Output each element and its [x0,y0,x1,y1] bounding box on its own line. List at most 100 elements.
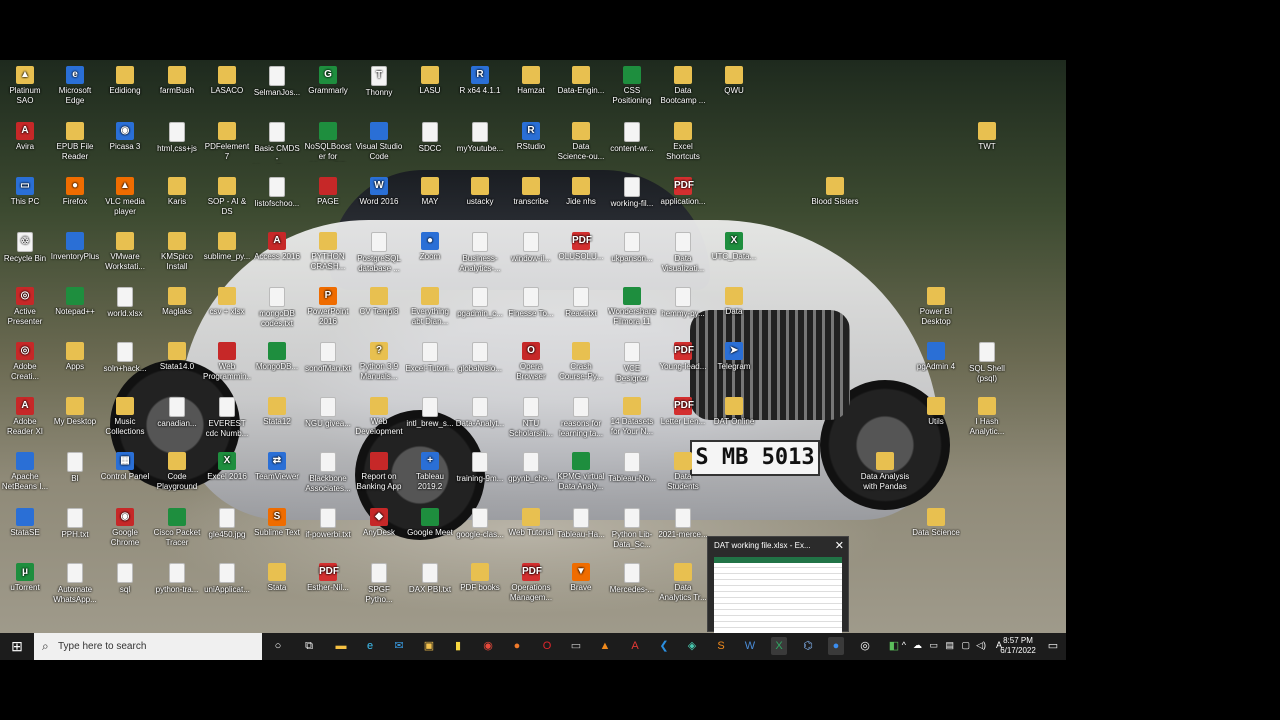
desktop-icon[interactable]: google-clas... [455,508,505,540]
store-icon[interactable]: ▣ [421,637,437,655]
notification-center-icon[interactable]: ▭ [1046,639,1060,653]
desktop-icon[interactable]: Notepad++ [50,287,100,317]
desktop-icon[interactable]: working-fil... [607,177,657,209]
mail-icon[interactable]: ✉ [391,637,407,655]
pgadmin-icon[interactable]: ⌬ [800,637,816,655]
desktop-icon[interactable]: X Excel 2016 [202,452,252,482]
desktop-icon[interactable]: Stata [252,563,302,593]
desktop-icon[interactable]: ◉ Google Chrome [100,508,150,548]
desktop-icon[interactable]: Jide nhs [556,177,606,207]
volume-icon[interactable]: ◁) [976,640,986,651]
desktop-icon[interactable]: html,css+js [152,122,202,154]
desktop-icon[interactable]: window-il... [506,232,556,264]
clock[interactable]: 8:57 PM 6/17/2022 [996,636,1040,656]
desktop-icon[interactable]: ➤ Telegram [709,342,759,372]
desktop-icon[interactable]: S Sublime Text [252,508,302,538]
desktop-icon[interactable]: Data Science-ou... [556,122,606,162]
terminal-icon[interactable]: ▭ [568,637,584,655]
desktop-icon[interactable]: ◆ AnyDesk [354,508,404,538]
desktop-icon[interactable]: SPGF Pytho... [354,563,404,605]
desktop-icon[interactable]: PAGE [303,177,353,207]
word-icon[interactable]: W [742,637,758,655]
desktop-icon[interactable]: Report on Banking App [354,452,404,492]
app-icon[interactable]: ◈ [684,637,700,655]
desktop-icon[interactable]: ukpanson... [607,232,657,264]
desktop-icon[interactable]: DAX PBI.txt [405,563,455,595]
desktop-icon[interactable]: Automate WhatsApp... [50,563,100,605]
firefox-icon[interactable]: ● [509,637,525,655]
desktop-icon[interactable]: DAT Online [709,397,759,427]
desktop-icon[interactable]: mongoDB codes.txt [252,287,302,329]
desktop-icon[interactable]: 14 Datasets for Your N... [607,397,657,437]
desktop-icon[interactable]: Tableau-Ha... [556,508,606,540]
desktop-icon[interactable]: Cisco Packet Tracer [152,508,202,548]
desktop-icon[interactable]: transcribe [506,177,556,207]
desktop-icon[interactable]: Everything abt Dian... [405,287,455,327]
desktop-icon[interactable]: Data Analysis with Pandas [860,452,910,492]
desktop-icon[interactable]: ▲ VLC media player [100,177,150,217]
desktop-icon[interactable]: MongoDB... [252,342,302,372]
start-button[interactable]: ⊞ [0,633,34,660]
desktop-icon[interactable]: farmBush [152,66,202,96]
desktop-icon[interactable]: NoSQLBooster for MongoDB [303,122,353,162]
desktop-icon[interactable]: X UTC_Data... [709,232,759,262]
desktop-icon[interactable]: KMSpico Install [152,232,202,272]
desktop-icon[interactable]: ◎ Active Presenter [0,287,50,327]
desktop-icon[interactable]: ♲ Recycle Bin [0,232,50,264]
excel-preview-thumbnail[interactable]: DAT working file.xlsx - Ex... ✕ [707,536,849,633]
desktop-icon[interactable]: PDF OLUSOLU... [556,232,606,262]
desktop-icon[interactable]: Web Development [354,397,404,437]
desktop-icon[interactable]: KPMG virtual Data Analy... [556,452,606,492]
pdf-icon[interactable]: A [627,637,643,655]
desktop-icon[interactable]: InventoryPlus [50,232,100,262]
obs-icon[interactable]: ◎ [857,637,873,655]
desktop-icon[interactable]: Excel Shortcuts [658,122,708,162]
desktop-icon[interactable]: ◎ Adobe Creati... [0,342,50,382]
desktop-icon[interactable]: Python Lib-Data_Sc... [607,508,657,550]
desktop-icon[interactable]: LASACO [202,66,252,96]
desktop-icon[interactable]: EPUB File Reader [50,122,100,162]
desktop-icon[interactable]: T Thonny [354,66,404,98]
desktop-icon[interactable]: reasons for learning ta... [556,397,606,439]
desktop-icon[interactable]: Data Science [911,508,961,538]
desktop-icon[interactable]: ? Python 3.9 Manuals... [354,342,404,382]
display-icon[interactable]: ▢ [961,640,970,651]
desktop-icon[interactable]: A Access 2016 [252,232,302,262]
desktop-icon[interactable]: Stata14.0 [152,342,202,372]
desktop-icon[interactable]: SQL Shell (psql) [962,342,1012,384]
desktop-icon[interactable]: NGU givea... [303,397,353,429]
excel-icon[interactable]: X [771,637,787,655]
desktop-icon[interactable]: listofschoo... [252,177,302,209]
desktop-icon[interactable]: Finesse To... [506,287,556,319]
desktop-icon[interactable]: ▦ Control Panel [100,452,150,482]
desktop-icon[interactable]: CV Templ8 [354,287,404,317]
desktop-icon[interactable]: Data-Analyt... [455,397,505,429]
desktop-icon[interactable]: PDF Letter Lien... [658,397,708,427]
show-hidden-icons-icon[interactable]: ^ [902,640,906,650]
desktop-icon[interactable]: Data Analytics Tr... [658,563,708,603]
desktop-icon[interactable]: ⇄ TeamViewer [252,452,302,482]
zoom-icon[interactable]: ● [828,637,844,655]
desktop-icon[interactable]: Business-Analytics-... [455,232,505,274]
desktop-icon[interactable]: Data Students [658,452,708,492]
desktop-icon[interactable]: ▭ This PC [0,177,50,207]
desktop-icon[interactable]: python-tra... [152,563,202,595]
vlc-icon[interactable]: ▲ [597,637,613,655]
desktop-icon[interactable]: globalvisio... [455,342,505,374]
desktop-icon[interactable]: SOP - AI & DS [202,177,252,217]
desktop-icon[interactable]: Utils [911,397,961,427]
desktop-icon[interactable]: Power BI Desktop [911,287,961,327]
desktop-icon[interactable]: pgadmin_c... [455,287,505,319]
desktop-icon[interactable]: uniApplicat... [202,563,252,595]
desktop-icon[interactable]: Mercedes-... [607,563,657,595]
desktop-icon[interactable]: ▼ Brave [556,563,606,593]
desktop-icon[interactable]: Blackbone Associates... [303,452,353,494]
desktop-icon[interactable]: A Avira [0,122,50,152]
desktop-icon[interactable]: if-powerbi.txt [303,508,353,540]
desktop-icon[interactable]: + Tableau 2019.2 [405,452,455,492]
desktop-icon[interactable]: Visual Studio Code [354,122,404,162]
desktop-icon[interactable]: PostgreSQL database ... [354,232,404,274]
desktop-icon[interactable]: P PowerPoint 2016 [303,287,353,327]
desktop-icon[interactable]: SelmanJos... [252,66,302,98]
desktop-icon[interactable]: world.xlsx [100,287,150,319]
